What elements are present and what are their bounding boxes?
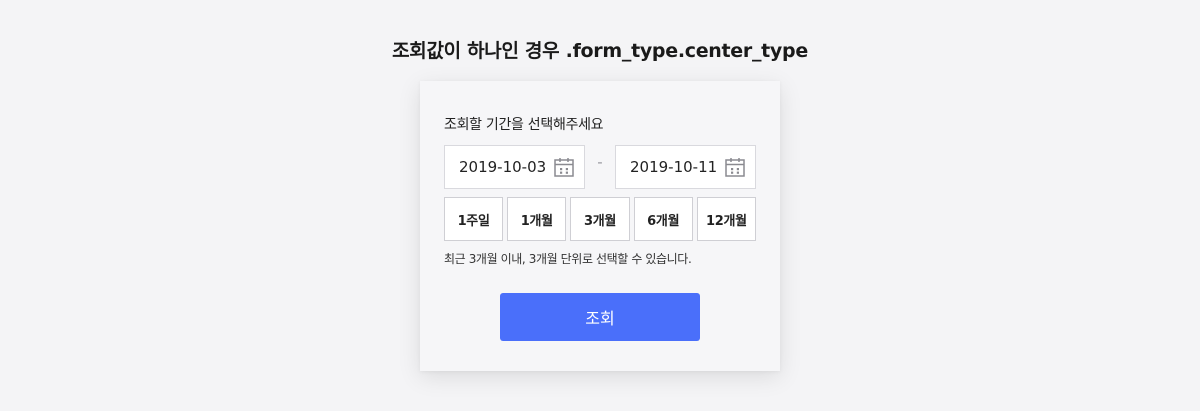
calendar-icon[interactable] xyxy=(724,156,746,178)
period-label: 조회할 기간을 선택해주세요 xyxy=(444,117,604,133)
period-search-card: 조회할 기간을 선택해주세요 2019-10-03 - 2019-10-11 1… xyxy=(420,81,780,371)
period-1-month-button[interactable]: 1개월 xyxy=(507,197,567,241)
period-button-group: 1주일 1개월 3개월 6개월 12개월 xyxy=(444,197,757,241)
search-button[interactable]: 조회 xyxy=(500,293,700,341)
period-6-months-button[interactable]: 6개월 xyxy=(633,197,693,241)
period-1-week-button[interactable]: 1주일 xyxy=(444,197,504,241)
start-date-value: 2019-10-03 xyxy=(459,158,547,176)
page-title: 조회값이 하나인 경우 .form_type.center_type xyxy=(392,40,808,62)
period-3-months-button[interactable]: 3개월 xyxy=(570,197,630,241)
end-date-field[interactable]: 2019-10-11 xyxy=(615,145,756,189)
period-12-months-button[interactable]: 12개월 xyxy=(696,197,757,241)
calendar-icon[interactable] xyxy=(553,156,575,178)
page: 조회값이 하나인 경우 .form_type.center_type 조회할 기… xyxy=(0,0,1200,411)
date-separator: - xyxy=(597,153,603,171)
start-date-field[interactable]: 2019-10-03 xyxy=(444,145,585,189)
help-text: 최근 3개월 이내, 3개월 단위로 선택할 수 있습니다. xyxy=(444,252,692,266)
end-date-value: 2019-10-11 xyxy=(630,158,718,176)
